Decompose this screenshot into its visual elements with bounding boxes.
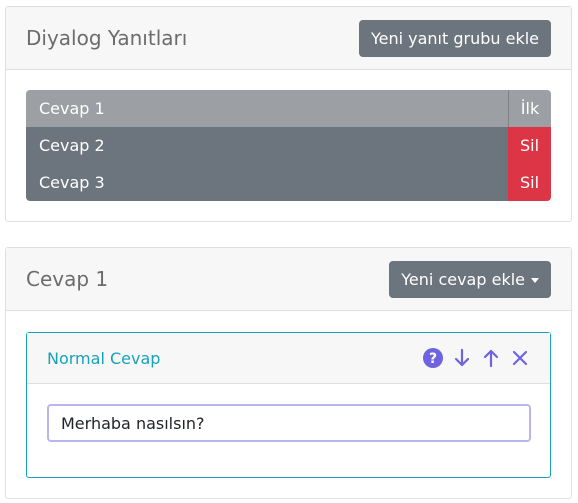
answer-detail-header: Cevap 1 Yeni cevap ekle xyxy=(6,248,571,311)
answer-row: Cevap 2 Sil xyxy=(26,127,551,164)
response-text-input[interactable] xyxy=(47,404,531,442)
answer-row: Cevap 3 Sil xyxy=(26,164,551,201)
answer-first-button[interactable]: İlk xyxy=(508,90,551,127)
dialog-answers-header: Diyalog Yanıtları Yeni yanıt grubu ekle xyxy=(6,7,571,70)
response-header: Normal Cevap ? xyxy=(27,333,550,384)
answer-item-2[interactable]: Cevap 2 xyxy=(26,127,508,164)
dialog-answers-title: Diyalog Yanıtları xyxy=(26,26,188,50)
add-answer-group-button[interactable]: Yeni yanıt grubu ekle xyxy=(358,19,551,57)
answer-detail-title: Cevap 1 xyxy=(26,267,109,291)
answer-item-3[interactable]: Cevap 3 xyxy=(26,164,508,201)
caret-down-icon xyxy=(531,277,539,283)
answer-row: Cevap 1 İlk xyxy=(26,90,551,127)
arrow-up-icon[interactable] xyxy=(481,348,501,368)
add-response-dropdown-button[interactable]: Yeni cevap ekle xyxy=(389,260,551,298)
close-icon[interactable] xyxy=(510,348,530,368)
answer-detail-card: Cevap 1 Yeni cevap ekle Normal Cevap ? xyxy=(5,247,572,499)
dialog-answers-card: Diyalog Yanıtları Yeni yanıt grubu ekle … xyxy=(5,6,572,222)
response-block: Normal Cevap ? xyxy=(26,332,551,478)
response-tools: ? xyxy=(423,348,530,368)
arrow-down-icon[interactable] xyxy=(452,348,472,368)
answer-item-1[interactable]: Cevap 1 xyxy=(26,90,508,127)
answer-list: Cevap 1 İlk Cevap 2 Sil Cevap 3 Sil xyxy=(26,90,551,201)
answer-delete-button[interactable]: Sil xyxy=(508,127,551,164)
svg-text:?: ? xyxy=(429,351,437,367)
help-icon[interactable]: ? xyxy=(423,348,443,368)
answer-delete-button[interactable]: Sil xyxy=(508,164,551,201)
add-response-label: Yeni cevap ekle xyxy=(401,269,525,289)
response-type-label: Normal Cevap xyxy=(47,348,161,368)
